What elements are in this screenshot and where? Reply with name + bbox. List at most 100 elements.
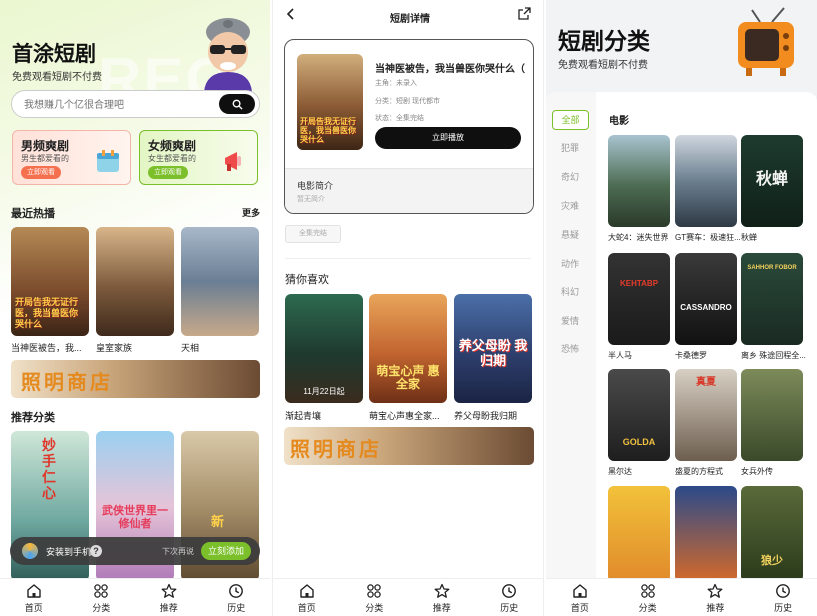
sidebar-item-all[interactable]: 全部 [552, 110, 589, 130]
search-input[interactable] [24, 97, 214, 113]
movie-poster[interactable] [675, 486, 737, 582]
tab-label: 推荐 [432, 603, 451, 613]
movie-label: 卡桑德罗 [675, 351, 707, 360]
guess-poster-2[interactable]: 萌宝心声 惠全家 [369, 294, 447, 403]
more-link[interactable]: 更多 [242, 206, 260, 219]
sidebar-item[interactable]: 灾难 [561, 199, 579, 212]
guess-poster-3[interactable]: 养父母盼 我归期 [454, 294, 532, 403]
star-icon [707, 583, 723, 598]
movie-poster[interactable]: CASSANDRO [675, 253, 737, 345]
episodes-button[interactable]: 全集完结 [285, 225, 341, 243]
guess-poster-1[interactable]: 11月22日起 [285, 294, 363, 403]
movie-poster[interactable]: 秋蝉 [741, 135, 803, 227]
home-icon [300, 584, 314, 598]
tab-label: 推荐 [159, 603, 178, 613]
female-card-title: 女频爽剧 [148, 139, 197, 153]
tab-history[interactable]: 历史 [211, 583, 261, 614]
back-icon[interactable] [286, 8, 296, 20]
hot-item-label: 当神医被告，我... [11, 343, 82, 353]
intro-title: 电影简介 [297, 181, 334, 191]
tab-recommend[interactable]: 推荐 [144, 583, 194, 614]
tab-label: 推荐 [706, 603, 725, 613]
tab-label: 历史 [500, 603, 519, 613]
tab-bar: 首页 分类 推荐 历史 [546, 578, 817, 616]
category-sidebar: 全部 犯罪 奇幻 灾难 悬疑 动作 科幻 爱情 恐怖 [546, 92, 596, 582]
category-row: 分类：短剧 现代都市 [375, 98, 440, 105]
sidebar-item[interactable]: 犯罪 [561, 141, 579, 154]
category-icon [94, 584, 108, 598]
tab-label: 首页 [24, 603, 43, 613]
category-screen: 短剧分类 免费观看短剧不付费 全部 犯罪 奇幻 灾难 悬疑 动作 科幻 爱情 恐… [546, 0, 817, 616]
drama-poster[interactable]: 开局告我无证行医，我当兽医你哭什么 [297, 54, 363, 150]
movie-poster[interactable] [741, 369, 803, 461]
detail-screen: 短剧详情 开局告我无证行医，我当兽医你哭什么 当神医被告，我当兽医你哭什么（全 … [272, 0, 544, 616]
male-card-button[interactable]: 立即观看 [21, 166, 61, 179]
share-icon[interactable] [518, 7, 531, 20]
tab-home[interactable]: 首页 [555, 583, 605, 614]
tab-recommend[interactable]: 推荐 [417, 583, 467, 614]
clock-icon [776, 584, 791, 598]
promo-banner[interactable]: 照明商店 [284, 427, 534, 465]
later-button[interactable]: 下次再说 [162, 546, 194, 557]
female-drama-card[interactable]: 女频爽剧 女生都爱看的 立即观看 [139, 130, 258, 185]
sidebar-item[interactable]: 奇幻 [561, 170, 579, 183]
movie-label: 秋蝉 [741, 233, 757, 242]
tab-category[interactable]: 分类 [349, 583, 399, 614]
tab-recommend[interactable]: 推荐 [690, 583, 740, 614]
app-subtitle: 免费观看短剧不付费 [12, 72, 102, 83]
banner-text: 照明商店 [21, 372, 113, 394]
hot-poster-3[interactable] [181, 227, 259, 336]
lead-row: 主角：未录入 [375, 80, 417, 87]
search-bar[interactable] [11, 90, 260, 118]
movie-poster[interactable]: GOLDA [608, 369, 670, 461]
sidebar-item[interactable]: 科幻 [561, 285, 579, 298]
recommend-section-title: 推荐分类 [11, 412, 55, 424]
female-card-button[interactable]: 立即观看 [148, 166, 188, 179]
install-text: 安装到手机 [46, 547, 92, 557]
drama-title: 当神医被告，我当兽医你哭什么（全 [375, 64, 525, 75]
tab-label: 历史 [774, 603, 793, 613]
hot-poster-1[interactable]: 开局告我无证行医，我当兽医你哭什么 [11, 227, 89, 336]
tab-home[interactable]: 首页 [282, 583, 332, 614]
tab-category[interactable]: 分类 [623, 583, 673, 614]
drama-info-card: 开局告我无证行医，我当兽医你哭什么 当神医被告，我当兽医你哭什么（全 主角：未录… [284, 39, 534, 214]
sidebar-item[interactable]: 悬疑 [561, 228, 579, 241]
search-button[interactable] [219, 94, 255, 114]
guess-item-label: 萌宝心声惠全家... [369, 411, 440, 421]
tab-category[interactable]: 分类 [76, 583, 126, 614]
movie-label: 黑尔达 [608, 467, 632, 476]
movie-poster[interactable] [608, 135, 670, 227]
detail-header-title: 短剧详情 [390, 14, 430, 25]
category-icon [640, 584, 655, 598]
movie-label: GT赛车：极速狂... [675, 233, 741, 242]
star-icon [434, 583, 450, 598]
home-icon [573, 584, 587, 598]
calendar-icon [97, 150, 119, 172]
female-card-sub: 女生都爱看的 [148, 154, 196, 163]
movie-poster[interactable]: KEHTABP [608, 253, 670, 345]
tab-history[interactable]: 历史 [484, 583, 534, 614]
movie-label: 盛夏的方程式 [675, 467, 723, 476]
tab-history[interactable]: 历史 [758, 583, 808, 614]
help-icon[interactable]: ? [90, 545, 102, 557]
promo-banner[interactable]: 照明商店 [11, 360, 260, 398]
movie-poster[interactable]: 真夏 [675, 369, 737, 461]
male-drama-card[interactable]: 男频爽剧 男生都爱看的 立即观看 [12, 130, 131, 185]
add-now-button[interactable]: 立刻添加 [201, 542, 251, 560]
search-icon [232, 99, 243, 110]
male-card-sub: 男生都爱看的 [21, 154, 69, 163]
hot-poster-2[interactable] [96, 227, 174, 336]
play-button[interactable]: 立即播放 [375, 127, 521, 149]
sidebar-item[interactable]: 动作 [561, 257, 579, 270]
movie-poster[interactable] [675, 135, 737, 227]
movie-poster[interactable] [608, 486, 670, 582]
tab-label: 历史 [227, 603, 246, 613]
home-screen: REC 首涂短剧 免费观看短剧不付费 男频爽剧 男生都爱看的 立即观看 女频爽剧… [0, 0, 270, 616]
sidebar-item[interactable]: 恐怖 [561, 342, 579, 355]
movie-poster[interactable]: 狼少 [741, 486, 803, 582]
sidebar-item[interactable]: 爱情 [561, 314, 579, 327]
movie-poster[interactable]: SAHHOR FOBOR [741, 253, 803, 345]
tab-bar: 首页 分类 推荐 历史 [0, 578, 270, 616]
movie-label: 大蛇4：迷失世界 [608, 233, 669, 242]
tab-home[interactable]: 首页 [9, 583, 59, 614]
